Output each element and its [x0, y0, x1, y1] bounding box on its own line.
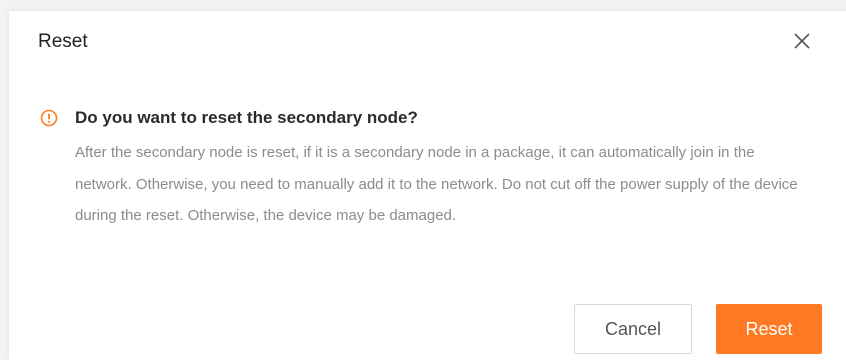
- reset-button[interactable]: Reset: [716, 304, 822, 354]
- exclamation-circle-icon: [40, 109, 58, 127]
- dialog-title: Reset: [38, 31, 88, 52]
- reset-dialog: Reset Do you want to reset the secondary…: [9, 11, 846, 360]
- confirm-question: Do you want to reset the secondary node?: [75, 108, 418, 127]
- close-icon: [791, 30, 813, 52]
- cancel-button[interactable]: Cancel: [574, 304, 692, 354]
- page-backdrop: Reset Do you want to reset the secondary…: [0, 0, 846, 360]
- reset-warning-message: After the secondary node is reset, if it…: [75, 144, 798, 224]
- close-button[interactable]: [791, 30, 813, 52]
